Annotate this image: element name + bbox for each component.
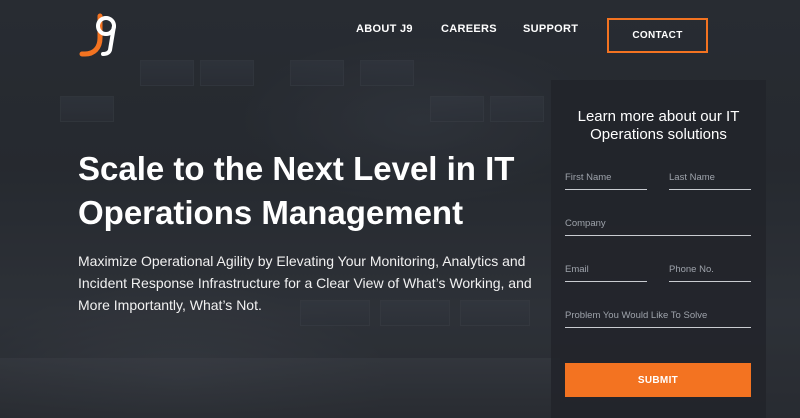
j9-logo-icon <box>79 13 116 57</box>
nav-about[interactable]: ABOUT J9 <box>356 23 413 35</box>
submit-button[interactable]: SUBMIT <box>565 363 751 397</box>
contact-button[interactable]: CONTACT <box>607 18 708 53</box>
company-field[interactable]: Company <box>565 216 751 236</box>
problem-field[interactable]: Problem You Would Like To Solve <box>565 308 751 328</box>
nav-support[interactable]: SUPPORT <box>523 23 578 35</box>
first-name-field[interactable]: First Name <box>565 170 647 190</box>
j9-logo[interactable] <box>78 12 118 58</box>
email-field[interactable]: Email <box>565 262 647 282</box>
form-title: Learn more about our IT Operations solut… <box>577 108 740 143</box>
last-name-field[interactable]: Last Name <box>669 170 751 190</box>
phone-field[interactable]: Phone No. <box>669 262 751 282</box>
hero-headline: Scale to the Next Level in IT Operations… <box>78 150 515 231</box>
nav-careers[interactable]: CAREERS <box>441 23 497 35</box>
contact-form-panel: Learn more about our IT Operations solut… <box>551 80 766 418</box>
hero-subtext: Maximize Operational Agility by Elevatin… <box>78 253 532 313</box>
